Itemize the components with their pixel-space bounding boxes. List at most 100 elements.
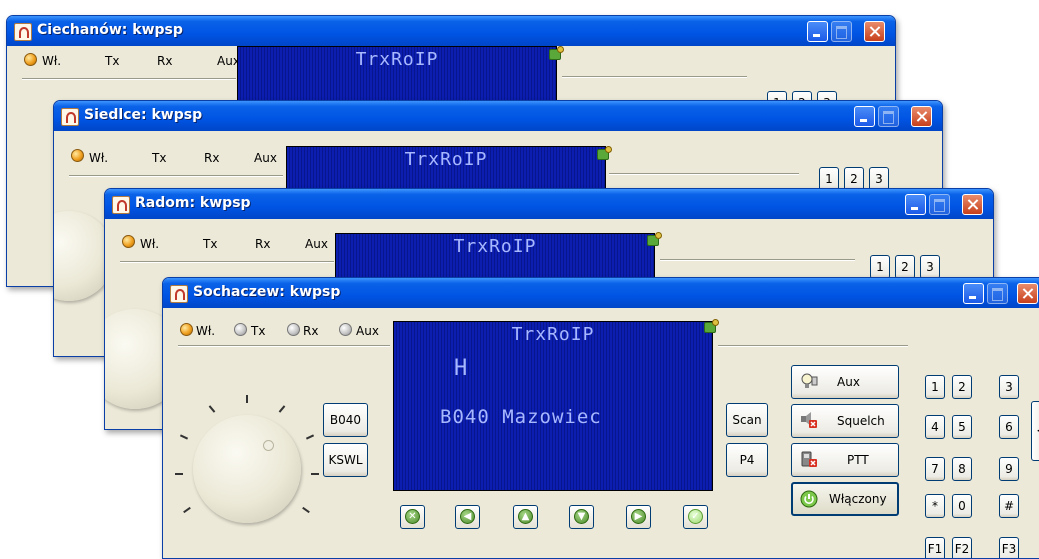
power-label: Wł.	[89, 151, 109, 165]
titlebar[interactable]: Ciechanów: kwpsp	[7, 16, 895, 46]
window-sochaczew: Sochaczew: kwpsp Wł. Tx Rx Aux B040 KSWL	[162, 277, 1039, 559]
volume-knob[interactable]	[193, 415, 301, 523]
close-button[interactable]	[864, 21, 885, 42]
minimize-button[interactable]	[905, 194, 926, 215]
app-icon	[61, 108, 79, 126]
close-button[interactable]	[962, 194, 983, 215]
minimize-button[interactable]	[854, 106, 875, 127]
knob-tick	[175, 473, 183, 475]
key-2[interactable]: 2	[895, 255, 915, 279]
key-hash[interactable]: #	[999, 494, 1019, 518]
key-1[interactable]: 1	[870, 255, 890, 279]
speaker-muted-icon	[801, 412, 817, 428]
up-button[interactable]: ▲	[513, 505, 538, 529]
titlebar[interactable]: Sochaczew: kwpsp	[163, 278, 1039, 308]
key-3[interactable]: 3	[920, 255, 940, 279]
knob-tick	[183, 506, 191, 514]
channel-kswl-button[interactable]: KSWL	[323, 443, 368, 477]
knob-tick	[278, 405, 286, 413]
key-f2[interactable]: F2	[952, 537, 972, 558]
lcd-brand: TrxRoIP	[355, 49, 439, 70]
app-icon	[170, 285, 188, 303]
divider	[120, 261, 334, 263]
right-arrow-icon: ▶	[631, 509, 646, 524]
rx-label: Rx	[204, 151, 220, 165]
power-led	[71, 149, 84, 162]
titlebar[interactable]: Radom: kwpsp	[105, 189, 993, 219]
window-title: Ciechanów: kwpsp	[37, 22, 183, 38]
minimize-button[interactable]	[807, 21, 828, 42]
app-icon	[14, 23, 32, 41]
connection-icon	[595, 146, 612, 160]
down-button[interactable]: ▼	[569, 505, 594, 529]
tx-led	[234, 323, 247, 336]
right-button[interactable]: ▶	[626, 505, 651, 529]
ok-icon: ✓	[688, 509, 703, 524]
power-led	[24, 53, 37, 66]
aux-label: Aux	[254, 151, 277, 165]
maximize-button[interactable]	[878, 106, 899, 127]
close-button[interactable]	[911, 106, 932, 127]
aux-led	[339, 323, 352, 336]
power-icon	[800, 490, 818, 508]
key-f1[interactable]: F1	[925, 537, 945, 558]
tx-label: Tx	[251, 324, 266, 338]
side-arrow-button[interactable]: <	[1031, 401, 1039, 461]
knob-indicator	[263, 440, 274, 451]
power-label: Wł.	[196, 324, 216, 338]
key-7[interactable]: 7	[925, 457, 945, 481]
minimize-button[interactable]	[963, 283, 984, 304]
power-led	[122, 235, 135, 248]
squelch-button[interactable]: Squelch	[791, 404, 899, 438]
key-9[interactable]: 9	[999, 457, 1019, 481]
divider	[609, 173, 799, 175]
lcd-display: TrxRoIP	[237, 46, 557, 108]
ok-button[interactable]: ✓	[683, 505, 708, 529]
aux-label: Aux	[356, 324, 379, 338]
knob-tick	[208, 405, 216, 413]
connection-icon	[645, 232, 662, 246]
down-arrow-icon: ▼	[574, 509, 589, 524]
aux-label: Aux	[305, 237, 328, 251]
key-6[interactable]: 6	[999, 415, 1019, 439]
left-button[interactable]: ◀	[455, 505, 480, 529]
aux-button-label: Aux	[837, 375, 860, 389]
window-title: Siedlce: kwpsp	[84, 107, 203, 123]
divider	[22, 78, 236, 80]
key-5[interactable]: 5	[952, 415, 972, 439]
power-led	[180, 323, 193, 336]
titlebar[interactable]: Siedlce: kwpsp	[54, 101, 942, 131]
connection-icon	[702, 319, 719, 333]
key-8[interactable]: 8	[952, 457, 972, 481]
key-f3[interactable]: F3	[999, 537, 1019, 558]
divider	[178, 345, 390, 347]
cancel-button[interactable]: ✕	[400, 505, 425, 529]
key-0[interactable]: 0	[952, 494, 972, 518]
power-toggle-button[interactable]: Włączony	[791, 482, 899, 516]
knob-tick	[311, 473, 319, 475]
divider	[718, 345, 908, 347]
channel-b040-button[interactable]: B040	[323, 403, 368, 437]
key-4[interactable]: 4	[925, 415, 945, 439]
close-button[interactable]	[1017, 283, 1038, 304]
ptt-button[interactable]: PTT	[791, 443, 899, 477]
scan-button[interactable]: Scan	[726, 403, 768, 437]
power-toggle-label: Włączony	[829, 492, 887, 506]
knob-tick	[305, 434, 315, 440]
maximize-button[interactable]	[831, 21, 852, 42]
tx-label: Tx	[152, 151, 167, 165]
maximize-button[interactable]	[929, 194, 950, 215]
key-2[interactable]: 2	[952, 375, 972, 399]
rx-label: Rx	[255, 237, 271, 251]
aux-button[interactable]: Aux	[791, 365, 899, 399]
power-label: Wł.	[140, 237, 160, 251]
key-3[interactable]: 3	[999, 375, 1019, 399]
key-1[interactable]: 1	[925, 375, 945, 399]
p4-button[interactable]: P4	[726, 443, 768, 477]
divider	[660, 259, 855, 261]
maximize-button[interactable]	[987, 283, 1008, 304]
tx-label: Tx	[203, 237, 218, 251]
key-star[interactable]: *	[925, 494, 945, 518]
knob-tick	[179, 434, 189, 440]
radio-off-icon	[801, 451, 817, 467]
